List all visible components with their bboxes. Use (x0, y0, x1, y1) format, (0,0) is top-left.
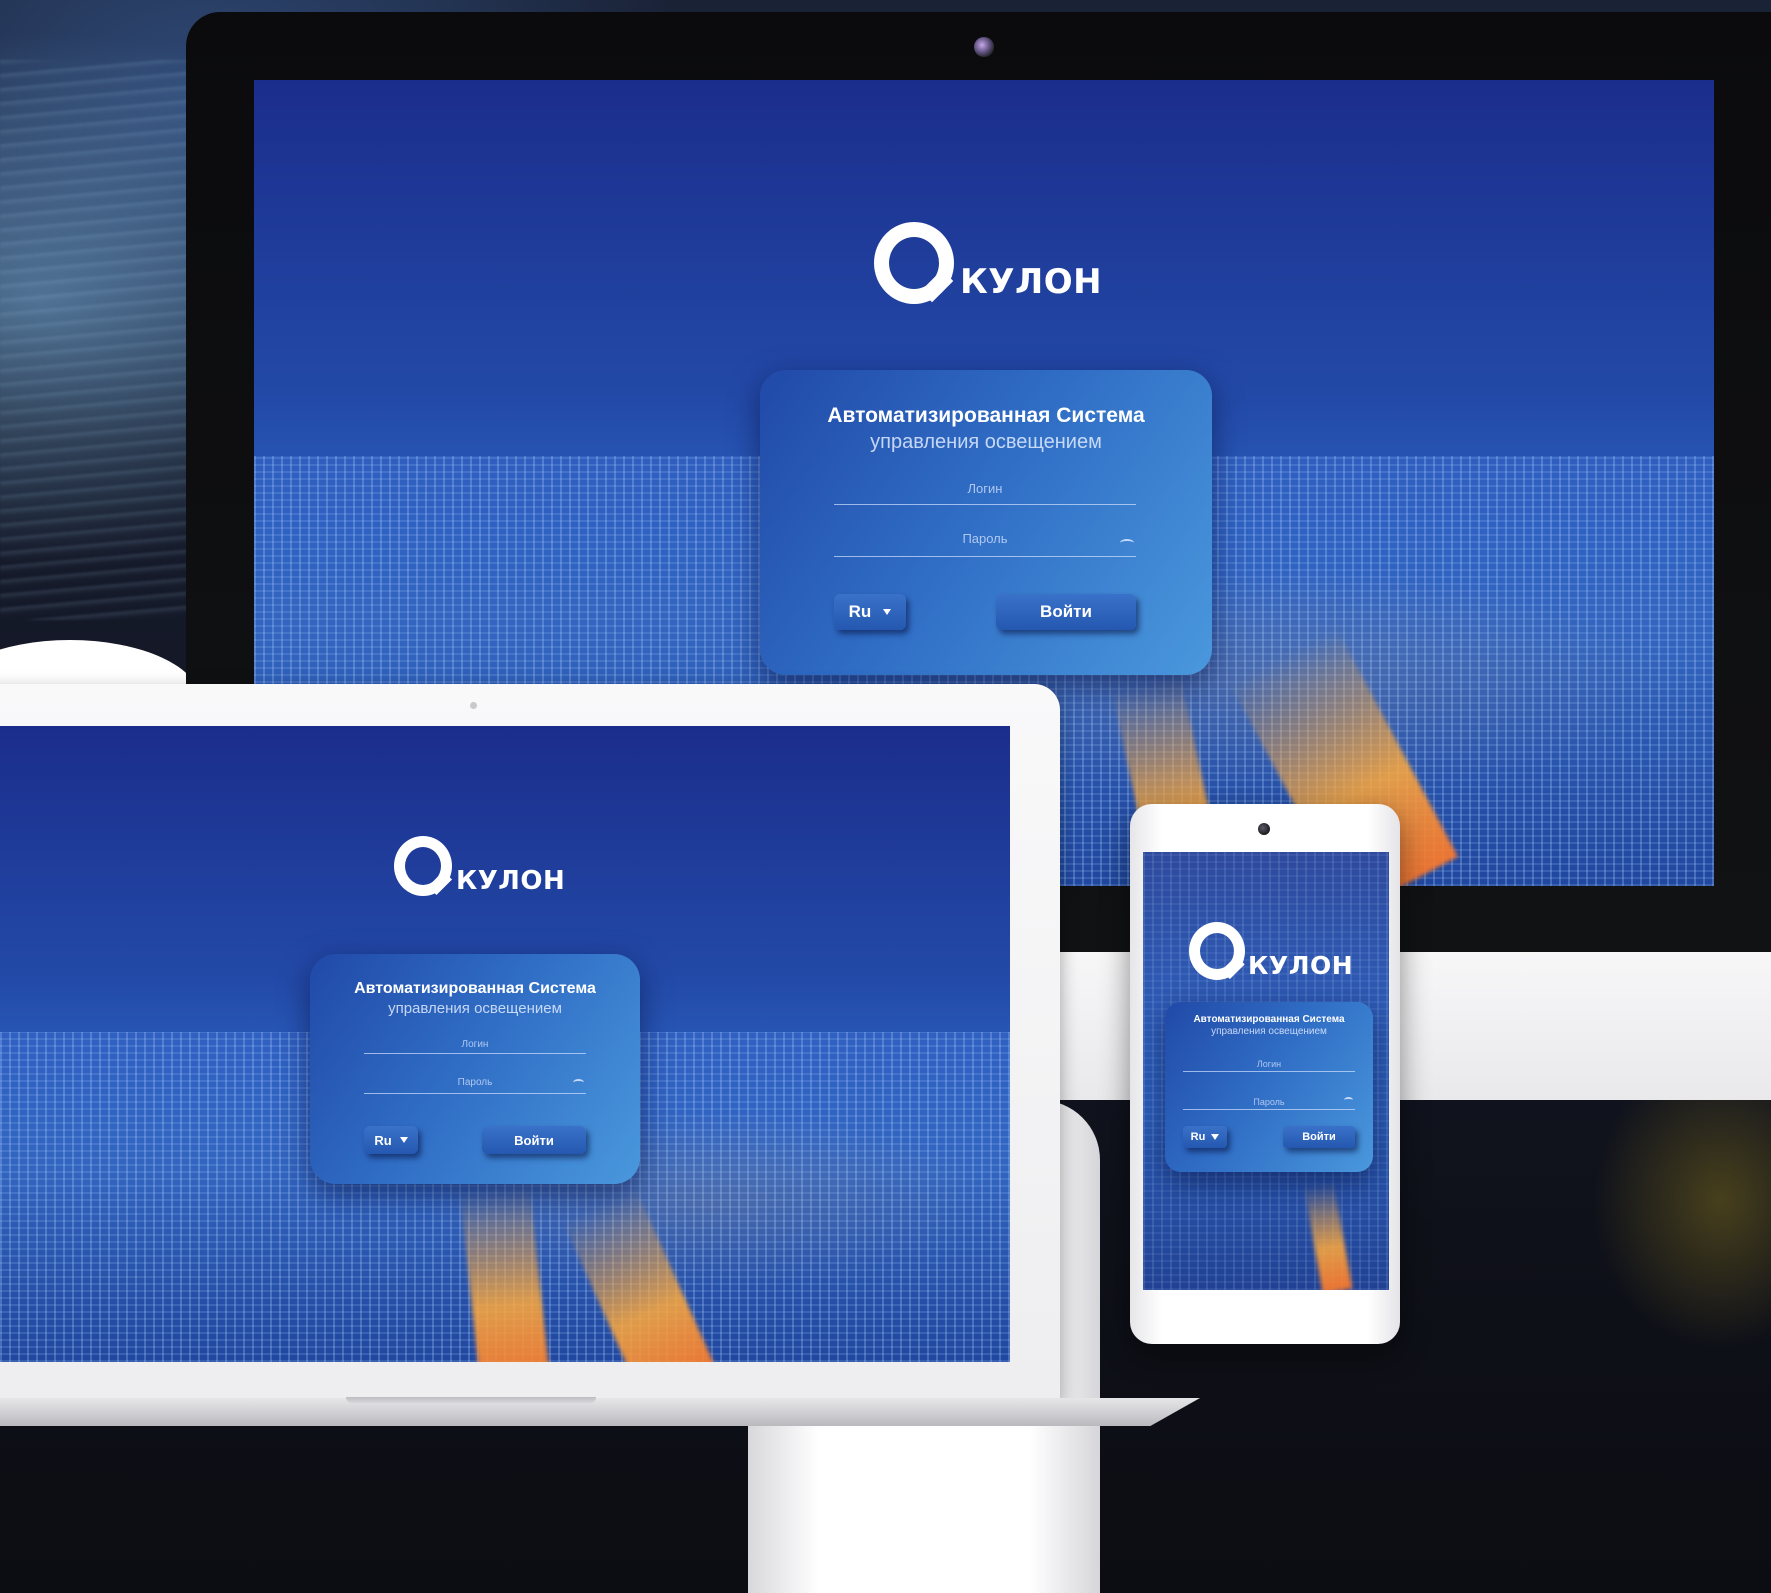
password-field[interactable] (1183, 1092, 1355, 1110)
login-field[interactable] (364, 1034, 586, 1054)
brand-logo: КУЛОН (394, 836, 565, 896)
login-card: Автоматизированная Система управления ос… (1165, 1002, 1373, 1172)
caret-down-icon (883, 609, 892, 615)
login-input[interactable] (1183, 1059, 1355, 1069)
login-card: Автоматизированная Система управления ос… (760, 370, 1212, 675)
login-button-label: Войти (1040, 602, 1092, 621)
phone-camera-icon (1258, 823, 1270, 835)
card-subtitle: управления освещением (388, 1000, 562, 1017)
login-button-label: Войти (514, 1132, 554, 1148)
card-title: Автоматизированная Система (827, 404, 1145, 427)
password-input[interactable] (364, 1077, 586, 1088)
login-input[interactable] (364, 1039, 586, 1050)
card-title: Автоматизированная Система (1193, 1014, 1345, 1025)
eye-icon[interactable] (573, 1079, 584, 1086)
card-subtitle: управления освещением (870, 431, 1102, 453)
caret-down-icon (399, 1137, 408, 1143)
login-field[interactable] (1183, 1054, 1355, 1072)
card-subtitle: управления освещением (1211, 1026, 1327, 1037)
password-field[interactable] (364, 1072, 586, 1094)
password-input[interactable] (1183, 1097, 1355, 1107)
brand-logo: КУЛОН (874, 222, 1102, 304)
eye-icon[interactable] (1344, 1097, 1353, 1103)
eye-icon[interactable] (1120, 539, 1134, 547)
password-field[interactable] (834, 530, 1136, 557)
laptop-camera-icon (470, 702, 477, 709)
language-value: Ru (374, 1132, 392, 1148)
brand-name: КУЛОН (960, 262, 1103, 302)
login-input[interactable] (834, 481, 1136, 496)
login-card: Автоматизированная Система управления ос… (310, 954, 640, 1184)
laptop-screen: КУЛОН Автоматизированная Система управле… (0, 726, 1010, 1362)
brand-name: КУЛОН (1248, 951, 1354, 980)
language-value: Ru (848, 602, 872, 621)
q-logo-icon (874, 222, 954, 304)
phone-screen: КУЛОН Автоматизированная Система управле… (1143, 852, 1389, 1290)
laptop-notch (346, 1397, 596, 1403)
q-logo-icon (394, 836, 452, 896)
language-select[interactable]: Ru (834, 594, 906, 630)
login-button[interactable]: Войти (1283, 1126, 1355, 1148)
login-button-label: Войти (1302, 1131, 1336, 1143)
login-button[interactable]: Войти (482, 1126, 586, 1154)
device-mockup-scene: КУЛОН Автоматизированная Система управле… (0, 0, 1771, 1593)
brand-logo: КУЛОН (1189, 922, 1353, 980)
login-field[interactable] (834, 480, 1136, 505)
login-button[interactable]: Войти (996, 594, 1136, 630)
password-input[interactable] (834, 531, 1136, 546)
language-select[interactable]: Ru (364, 1126, 418, 1154)
q-logo-icon (1189, 922, 1245, 980)
card-title: Автоматизированная Система (354, 980, 596, 997)
brand-name: КУЛОН (456, 866, 566, 896)
laptop-base (0, 1398, 1200, 1426)
caret-down-icon (1211, 1134, 1220, 1140)
language-value: Ru (1190, 1131, 1206, 1143)
language-select[interactable]: Ru (1183, 1126, 1227, 1148)
monitor-camera-icon (974, 37, 994, 57)
